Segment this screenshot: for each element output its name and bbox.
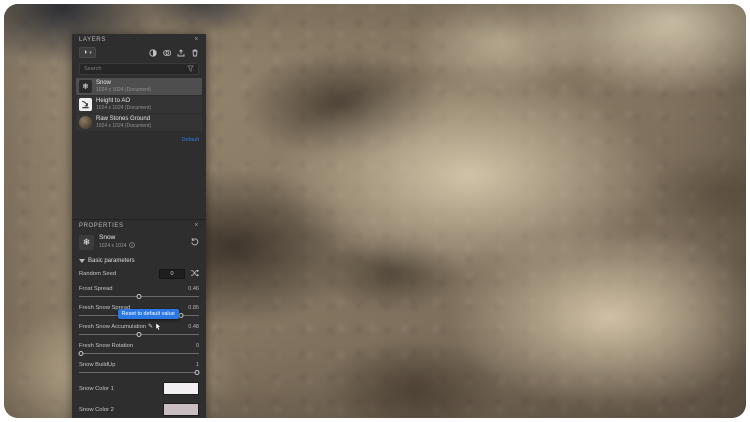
view-mode-button[interactable]: ◑ ▾ xyxy=(79,47,96,58)
layer-name: Raw Stones Ground xyxy=(96,116,151,123)
slider-handle[interactable] xyxy=(194,370,199,375)
param-label: Snow Color 1 xyxy=(79,386,114,392)
layers-panel-footer: Default xyxy=(72,131,206,219)
layers-panel-title: LAYERS xyxy=(79,37,106,43)
param-label: Fresh Snow Rotation xyxy=(79,343,133,349)
param-value: 0 xyxy=(196,343,199,349)
left-panel-column: LAYERS × ◑ ▾ xyxy=(72,34,206,418)
selected-layer-size: 1024 x 1024 xyxy=(99,242,135,250)
param-value: 0.85 xyxy=(188,305,199,311)
trash-icon[interactable] xyxy=(191,49,199,57)
properties-panel: PROPERTIES × ❄ Snow 1024 x 1024 xyxy=(72,219,206,418)
layer-name: Snow xyxy=(96,80,151,87)
default-link[interactable]: Default xyxy=(182,137,199,213)
layers-toolbar: ◑ ▾ xyxy=(72,45,206,61)
param-value: 1 xyxy=(196,362,199,368)
info-icon[interactable] xyxy=(129,242,135,250)
size-text: 1024 x 1024 xyxy=(99,243,127,249)
properties-panel-title: PROPERTIES xyxy=(79,223,124,229)
slider-handle[interactable] xyxy=(179,313,184,318)
param-fresh-snow-accumulation: Fresh Snow Accumulation ✎ 0.48 xyxy=(72,321,206,340)
layers-panel-header: LAYERS × xyxy=(72,34,206,45)
param-label: Frost Spread xyxy=(79,286,113,292)
param-fresh-snow-spread: Fresh Snow Spread 0.85 Reset to default … xyxy=(72,302,206,321)
material-thumbnail xyxy=(79,116,92,129)
layer-row-height-to-ao[interactable]: Height to AO 1024 x 1024 (Document) xyxy=(76,96,202,113)
color-swatch[interactable] xyxy=(163,382,199,395)
param-label-text: Fresh Snow Accumulation xyxy=(79,324,146,330)
selected-layer-name: Snow xyxy=(99,234,135,242)
properties-panel-header: PROPERTIES × xyxy=(72,220,206,231)
app-window: LAYERS × ◑ ▾ xyxy=(4,4,746,418)
param-snow-color-2: Snow Color 2 xyxy=(72,399,206,418)
mask-icon[interactable] xyxy=(149,49,157,57)
export-icon[interactable] xyxy=(177,49,185,57)
param-snow-buildup: Snow BuildUp 1 xyxy=(72,359,206,378)
random-seed-input[interactable] xyxy=(159,269,185,279)
layer-info: 1024 x 1024 (Document) xyxy=(96,105,151,111)
close-icon[interactable]: × xyxy=(194,223,199,229)
shuffle-icon[interactable] xyxy=(190,269,199,279)
param-label: Snow Color 2 xyxy=(79,407,114,413)
param-random-seed: Random Seed xyxy=(72,267,206,283)
layer-info: 1024 x 1024 (Document) xyxy=(96,87,151,93)
reset-tooltip: Reset to default value xyxy=(118,309,179,319)
layer-name: Height to AO xyxy=(96,98,151,105)
snowflake-icon: ❄ xyxy=(79,80,92,93)
fresh-snow-rotation-slider[interactable] xyxy=(79,350,199,357)
pen-icon: ✎ xyxy=(148,323,153,330)
slider-handle[interactable] xyxy=(137,294,142,299)
param-fresh-snow-rotation: Fresh Snow Rotation 0 xyxy=(72,340,206,359)
reset-undo-icon[interactable] xyxy=(190,237,199,248)
slider-handle[interactable] xyxy=(79,351,84,356)
fresh-snow-accumulation-slider[interactable] xyxy=(79,331,199,338)
param-frost-spread: Frost Spread 0.46 xyxy=(72,283,206,302)
layers-toolbar-actions xyxy=(149,49,199,57)
layer-list: ❄ Snow 1024 x 1024 (Document) Height to … xyxy=(72,78,206,131)
close-icon[interactable]: × xyxy=(194,37,199,43)
height-to-ao-icon xyxy=(79,98,92,111)
frost-spread-slider[interactable] xyxy=(79,293,199,300)
layer-row-raw-stones-ground[interactable]: Raw Stones Ground 1024 x 1024 (Document) xyxy=(76,114,202,131)
section-label: Basic parameters xyxy=(88,258,135,264)
section-basic-parameters[interactable]: Basic parameters xyxy=(72,256,206,267)
selected-layer-info: ❄ Snow 1024 x 1024 xyxy=(72,231,206,254)
layers-panel: LAYERS × ◑ ▾ xyxy=(72,34,206,219)
window-frame: LAYERS × ◑ ▾ xyxy=(0,0,750,422)
layer-search-box xyxy=(79,63,199,75)
param-value: 0.46 xyxy=(188,286,199,292)
snow-buildup-slider[interactable] xyxy=(79,369,199,376)
snowflake-icon: ❄ xyxy=(79,235,94,250)
search-input[interactable] xyxy=(84,66,187,72)
param-label: Snow BuildUp xyxy=(79,362,115,368)
param-label: Random Seed xyxy=(79,271,116,277)
layer-row-snow[interactable]: ❄ Snow 1024 x 1024 (Document) xyxy=(76,78,202,95)
chevron-down-icon: ▾ xyxy=(89,50,92,56)
param-snow-color-1: Snow Color 1 xyxy=(72,378,206,399)
filter-funnel-icon[interactable] xyxy=(187,65,194,74)
filter-icon[interactable] xyxy=(163,49,171,57)
slider-handle[interactable] xyxy=(137,332,142,337)
param-value: 0.48 xyxy=(188,324,199,330)
half-circle-icon: ◑ xyxy=(83,49,87,56)
chevron-down-icon xyxy=(79,259,85,263)
layer-info: 1024 x 1024 (Document) xyxy=(96,123,151,129)
color-swatch[interactable] xyxy=(163,403,199,416)
